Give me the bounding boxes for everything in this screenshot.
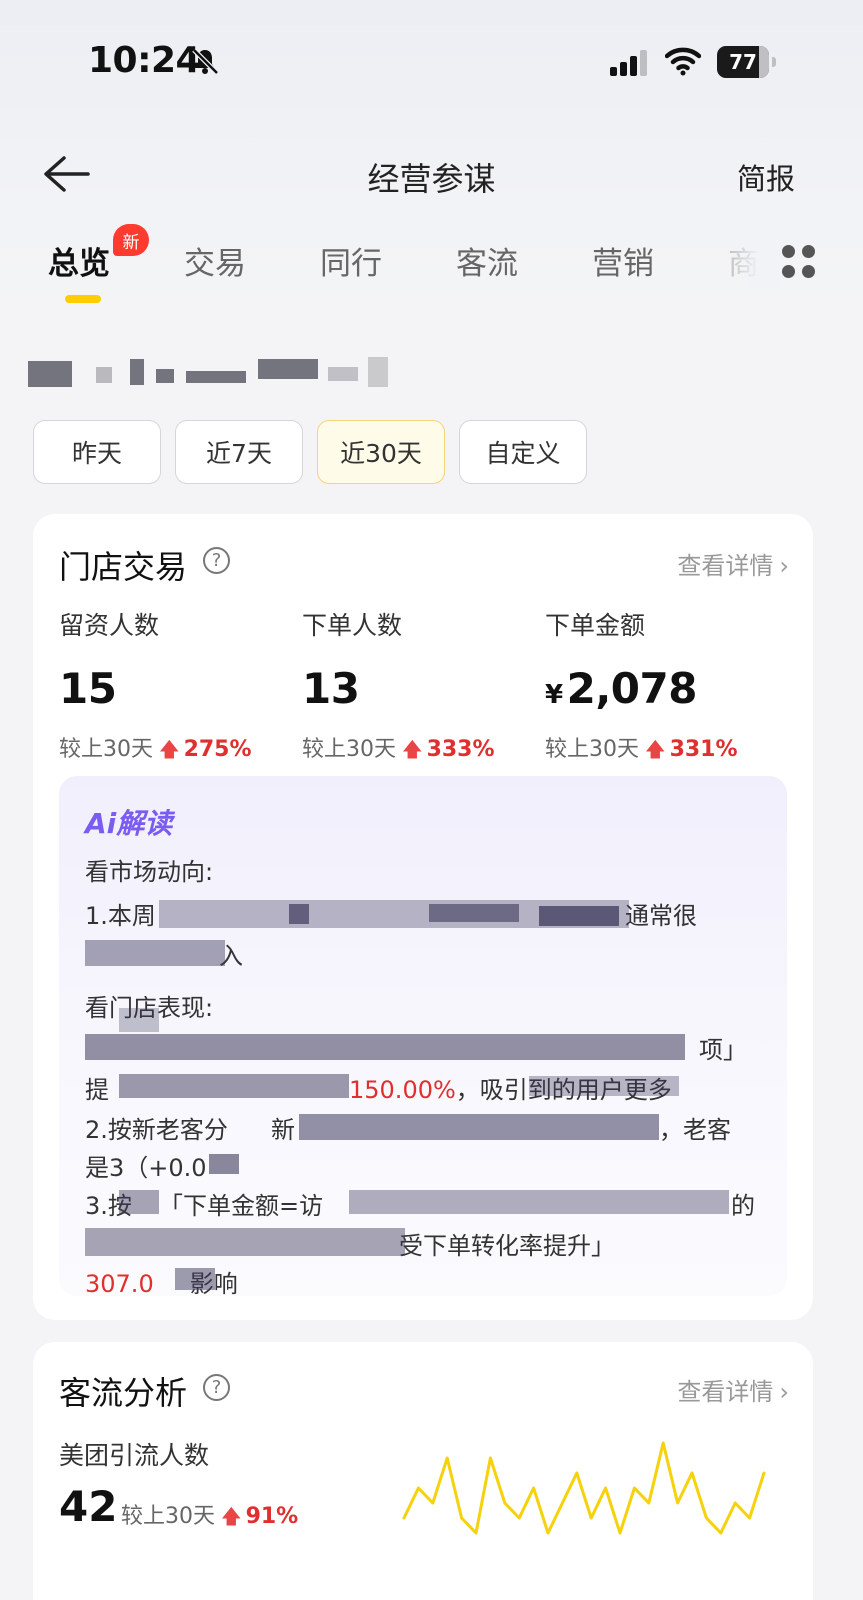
arrow-up-icon: 🡅 [221, 1504, 242, 1528]
help-icon[interactable]: ? [203, 1374, 230, 1401]
redacted-text [529, 1076, 679, 1096]
bell-slash-icon [192, 48, 219, 75]
ai-highlight: 307.0 [85, 1270, 154, 1296]
metric-order-users: 下单人数 13 较上30天 🡅 333% [302, 606, 542, 769]
cellular-signal-icon [610, 50, 647, 76]
metric-value: ¥2,078 [545, 664, 785, 713]
ai-section-heading: 看市场动向: [85, 858, 214, 886]
filter-30-days[interactable]: 近30天 [317, 420, 445, 484]
filter-7-days[interactable]: 近7天 [175, 420, 303, 484]
metric-label: 下单金额 [545, 611, 646, 640]
redacted-text [85, 1228, 405, 1256]
grid-dots-icon[interactable] [782, 245, 818, 281]
page-title: 经营参谋 [367, 160, 496, 198]
redacted-text [85, 1034, 685, 1060]
traffic-title: 客流分析 [59, 1374, 188, 1412]
compare-label: 较上30天 [59, 737, 153, 762]
ai-line: 新 [271, 1116, 295, 1144]
tab-peers[interactable]: 同行 [320, 238, 382, 283]
tab-fade-overlay [725, 238, 780, 288]
ai-line: 的 [731, 1192, 755, 1220]
redacted-text [119, 1190, 159, 1214]
ai-reading-panel: Ai解读 看市场动向: 1.本周 通常很 入 看门店表现: 项」 提 150.0… [59, 776, 787, 1296]
chevron-right-icon: › [779, 552, 789, 580]
redacted-text [209, 1154, 239, 1174]
traffic-metric-compare: 较上30天 🡅 91% [121, 1498, 298, 1536]
ai-line: ，老客 [659, 1116, 731, 1144]
store-trade-detail-link[interactable]: 查看详情 › [677, 546, 789, 581]
store-trade-title: 门店交易 [59, 548, 188, 586]
brief-button[interactable]: 简报 [737, 156, 795, 198]
redacted-text [299, 1114, 659, 1140]
metric-value: 13 [302, 664, 360, 713]
ai-line: 1.本周 [85, 902, 156, 930]
detail-link-label: 查看详情 [677, 552, 774, 580]
redacted-text [119, 1008, 159, 1032]
traffic-sparkline [402, 1441, 766, 1535]
new-badge: 新 [113, 224, 149, 256]
arrow-up-icon: 🡅 [159, 737, 180, 761]
metric-label: 下单人数 [302, 611, 403, 640]
tab-traffic[interactable]: 客流 [456, 238, 518, 283]
metric-compare: 较上30天 🡅 275% [59, 731, 299, 769]
battery-level: 77 [729, 50, 757, 74]
status-bar: 10:24 77 [0, 0, 863, 130]
ai-reading-title: Ai解读 [85, 807, 173, 840]
traffic-metric-label: 美团引流人数 [59, 1441, 210, 1470]
compare-label: 较上30天 [121, 1504, 215, 1529]
ai-line: 受下单转化率提升」 [399, 1232, 615, 1260]
battery-icon: 77 [717, 46, 777, 78]
redacted-text [85, 940, 225, 966]
ai-line: 通常很 [625, 902, 697, 930]
metric-label: 留资人数 [59, 611, 160, 640]
metric-order-amount: 下单金额 ¥2,078 较上30天 🡅 331% [545, 606, 785, 769]
metric-value: 15 [59, 664, 117, 713]
ai-line: 是3（+0.0 [85, 1154, 207, 1182]
chevron-right-icon: › [779, 1378, 789, 1406]
compare-label: 较上30天 [545, 737, 639, 762]
redacted-text [539, 906, 619, 926]
redacted-text [349, 1190, 729, 1214]
change-percent: 91% [245, 1504, 299, 1529]
help-icon[interactable]: ? [203, 547, 230, 574]
metric-compare: 较上30天 🡅 333% [302, 731, 542, 769]
ai-highlight: 150.00% [349, 1076, 456, 1104]
arrow-up-icon: 🡅 [645, 737, 666, 761]
change-percent: 275% [183, 737, 252, 762]
sparkline-series [402, 1441, 766, 1535]
filter-custom[interactable]: 自定义 [459, 420, 587, 484]
redacted-text [175, 1268, 215, 1290]
redacted-text [289, 904, 309, 924]
traffic-metric-value: 42 [59, 1482, 118, 1531]
filter-yesterday[interactable]: 昨天 [33, 420, 161, 484]
change-percent: 333% [426, 737, 495, 762]
active-tab-indicator [65, 295, 101, 303]
ai-line: 2.按新老客分 [85, 1116, 228, 1144]
redacted-text [119, 1074, 349, 1098]
ai-line: 「下单金额=访 [159, 1192, 324, 1220]
compare-label: 较上30天 [302, 737, 396, 762]
store-trade-card: 门店交易 ? 查看详情 › 留资人数 15 较上30天 🡅 275% 下单人数 13 … [33, 514, 813, 1320]
ai-line: 提 [85, 1076, 109, 1104]
detail-link-label: 查看详情 [677, 1378, 774, 1406]
traffic-detail-link[interactable]: 查看详情 › [677, 1372, 789, 1407]
status-time: 10:24 [88, 40, 201, 81]
tab-overview[interactable]: 总览 [48, 238, 110, 283]
metric-compare: 较上30天 🡅 331% [545, 731, 785, 769]
arrow-up-icon: 🡅 [402, 737, 423, 761]
tab-trade[interactable]: 交易 [184, 238, 246, 283]
metric-leads: 留资人数 15 较上30天 🡅 275% [59, 606, 299, 769]
traffic-analysis-card: 客流分析 ? 查看详情 › 美团引流人数 42 较上30天 🡅 91% [33, 1342, 813, 1600]
currency-symbol: ¥ [545, 680, 563, 710]
change-percent: 331% [669, 737, 738, 762]
redacted-text [429, 904, 519, 922]
wifi-icon [665, 47, 701, 76]
store-name-redacted [28, 355, 408, 389]
ai-line: 项」 [699, 1036, 747, 1064]
tab-marketing[interactable]: 营销 [592, 238, 654, 283]
amount-value: 2,078 [566, 664, 698, 713]
